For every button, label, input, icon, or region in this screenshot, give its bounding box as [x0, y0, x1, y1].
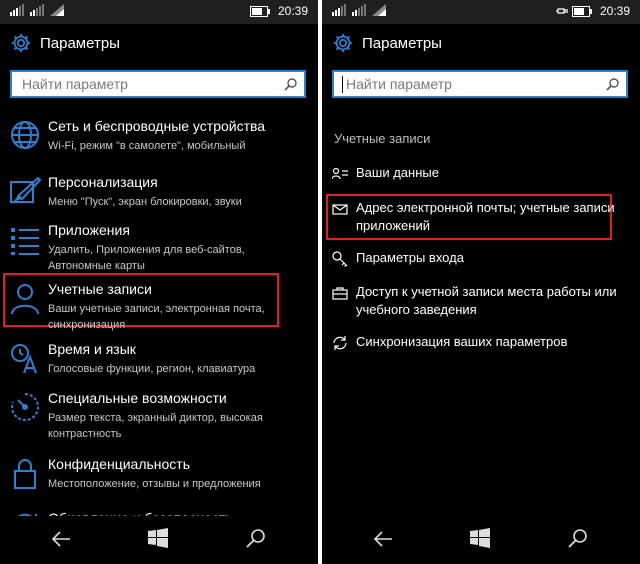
globe-icon [11, 121, 39, 149]
search-placeholder: Найти параметр [22, 76, 128, 92]
battery-icon [572, 6, 592, 17]
search-input[interactable]: Найти параметр [332, 70, 628, 98]
signal-icon [332, 4, 346, 16]
status-time: 20:39 [599, 4, 630, 18]
signal-icons [10, 4, 64, 16]
gear-icon [333, 33, 353, 53]
phone-screen-left: 20:39 Параметры Найти параметр Сеть и бе… [0, 0, 318, 564]
item-title: Персонализация [48, 174, 158, 190]
paint-icon [10, 176, 42, 203]
section-title: Учетные записи [334, 131, 431, 146]
mail-icon [332, 204, 348, 215]
status-time: 20:39 [277, 4, 308, 18]
page-title: Параметры [362, 34, 442, 52]
search-nav-icon[interactable] [568, 528, 588, 548]
briefcase-icon [332, 287, 348, 300]
person-icon [11, 284, 39, 315]
text-cursor [342, 76, 343, 93]
item-label: Параметры входа [356, 250, 464, 265]
back-icon[interactable] [50, 528, 72, 550]
signal-icon-2 [30, 4, 44, 16]
item-label: Синхронизация ваших параметров [356, 334, 568, 349]
item-subtitle: Wi-Fi, режим "в самолете", мобильный [48, 140, 246, 152]
charging-plug-icon [556, 8, 568, 14]
signal-icon-2 [352, 4, 366, 16]
nav-bar [322, 516, 640, 564]
back-icon[interactable] [372, 528, 394, 550]
wifi-icon [50, 4, 64, 16]
windows-icon[interactable] [470, 528, 490, 548]
item-title: Сеть и беспроводные устройства [48, 118, 266, 134]
search-input[interactable]: Найти параметр [10, 70, 306, 98]
item-title: Время и язык [48, 341, 136, 357]
signal-icons [332, 4, 386, 16]
status-bar: 20:39 [0, 0, 318, 24]
person-card-icon [332, 167, 348, 180]
item-label: Ваши данные [356, 165, 439, 180]
search-icon[interactable] [606, 77, 620, 91]
windows-icon[interactable] [148, 528, 168, 548]
item-subtitle: Ваши учетные записи, электронная почта, … [48, 303, 265, 331]
item-subtitle: Удалить, Приложения для веб-сайтов, Авто… [48, 244, 245, 272]
signal-icon [10, 4, 24, 16]
item-title: Учетные записи [48, 281, 152, 297]
sync-icon [333, 336, 347, 350]
accessibility-icon [11, 393, 39, 421]
item-subtitle: Меню "Пуск", экран блокировки, звуки [48, 196, 242, 208]
lock-icon [14, 459, 36, 489]
item-subtitle: Размер текста, экранный диктор, высокая … [48, 412, 263, 440]
key-icon [332, 251, 348, 267]
status-bar: 20:39 [322, 0, 640, 24]
nav-bar [0, 516, 318, 564]
app-header: Параметры [10, 30, 120, 56]
battery-icon [250, 6, 270, 17]
page-title: Параметры [40, 34, 120, 52]
search-nav-icon[interactable] [246, 528, 266, 548]
time-language-icon [11, 344, 37, 374]
item-label: Доступ к учетной записи места работы или… [356, 284, 617, 317]
app-header: Параметры [332, 30, 442, 56]
item-subtitle: Местоположение, отзывы и предложения [48, 478, 261, 490]
search-placeholder: Найти параметр [346, 76, 452, 92]
gear-icon [11, 33, 31, 53]
phone-screen-right: 20:39 Параметры Найти параметр Учетные з… [322, 0, 640, 564]
item-title: Конфиденциальность [48, 456, 191, 472]
item-title: Приложения [48, 222, 130, 238]
wifi-icon [372, 4, 386, 16]
apps-list-icon [11, 228, 39, 255]
item-subtitle: Голосовые функции, регион, клавиатура [48, 363, 256, 375]
item-label: Адрес электронной почты; учетные записи … [356, 200, 615, 233]
item-title: Специальные возможности [48, 390, 227, 406]
search-icon[interactable] [284, 77, 298, 91]
